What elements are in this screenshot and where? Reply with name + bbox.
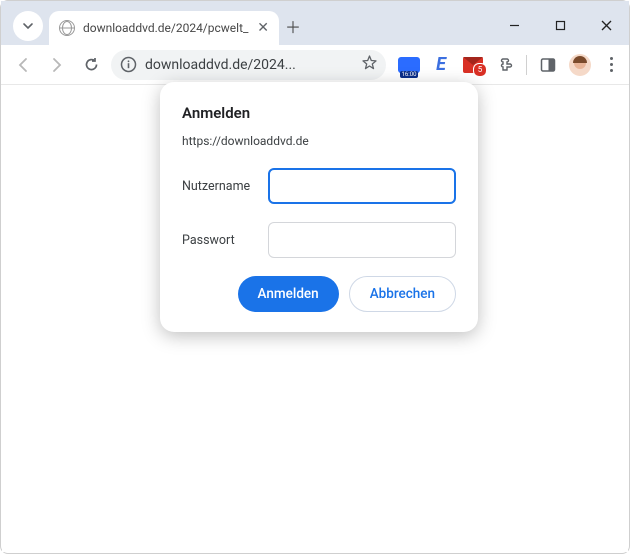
submit-button[interactable]: Anmelden	[238, 276, 339, 312]
address-bar[interactable]: downloaddvd.de/2024...	[111, 50, 386, 80]
username-input[interactable]	[268, 168, 456, 204]
extensions-menu-icon[interactable]	[494, 55, 516, 75]
toolbar: downloaddvd.de/2024... E	[1, 45, 629, 85]
close-window-button[interactable]	[583, 5, 629, 45]
close-tab-icon[interactable]: ✕	[257, 20, 269, 36]
browser-tab[interactable]: downloaddvd.de/2024/pcwelt_ ✕	[49, 11, 279, 45]
forward-button[interactable]	[43, 51, 71, 79]
side-panel-icon[interactable]	[537, 55, 559, 75]
titlebar: downloaddvd.de/2024/pcwelt_ ✕ ＋	[1, 1, 629, 45]
new-tab-button[interactable]: ＋	[279, 12, 307, 40]
profile-avatar[interactable]	[569, 54, 591, 76]
dialog-actions: Anmelden Abbrechen	[182, 276, 456, 312]
password-row: Passwort	[182, 222, 456, 258]
password-input[interactable]	[268, 222, 456, 258]
tab-search-button[interactable]	[13, 11, 43, 41]
username-label: Nutzername	[182, 179, 268, 194]
url-text: downloaddvd.de/2024...	[145, 57, 353, 73]
extension-mail-icon[interactable]	[462, 55, 484, 75]
extension-icons: E	[398, 54, 621, 76]
minimize-button[interactable]	[491, 5, 537, 45]
tab-title: downloaddvd.de/2024/pcwelt_	[83, 21, 249, 35]
auth-dialog: Anmelden https://downloaddvd.de Nutzerna…	[160, 82, 478, 332]
back-button[interactable]	[9, 51, 37, 79]
username-row: Nutzername	[182, 168, 456, 204]
dialog-title: Anmelden	[182, 104, 456, 122]
extension-clock-icon[interactable]	[398, 55, 420, 75]
page-viewport: Anmelden https://downloaddvd.de Nutzerna…	[2, 85, 628, 552]
toolbar-divider	[526, 55, 527, 75]
cancel-button[interactable]: Abbrechen	[349, 276, 456, 312]
tab-strip: downloaddvd.de/2024/pcwelt_ ✕ ＋	[1, 11, 307, 45]
bookmark-star-icon[interactable]	[361, 54, 378, 75]
globe-icon	[59, 20, 75, 36]
site-info-icon[interactable]	[119, 56, 137, 74]
reload-button[interactable]	[77, 51, 105, 79]
maximize-button[interactable]	[537, 5, 583, 45]
window-controls	[491, 5, 629, 45]
chrome-menu-icon[interactable]	[601, 57, 621, 72]
extension-wing-icon[interactable]: E	[430, 55, 452, 75]
dialog-site: https://downloaddvd.de	[182, 134, 456, 148]
password-label: Passwort	[182, 233, 268, 248]
